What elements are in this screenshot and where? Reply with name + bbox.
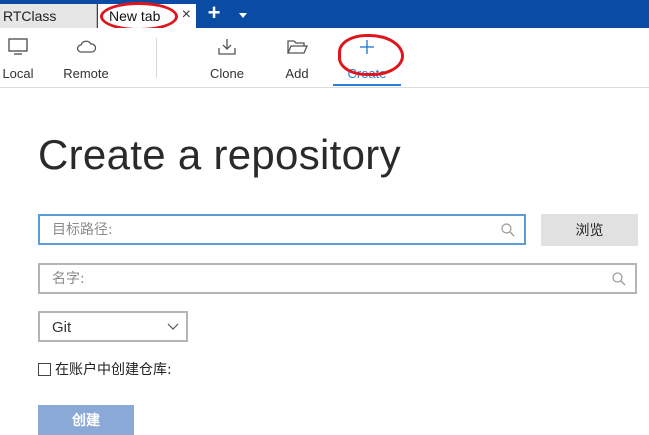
- add-tab-button[interactable]: +: [203, 2, 225, 25]
- chevron-down-icon: [167, 323, 179, 330]
- create-label: Create: [347, 66, 387, 81]
- vcs-selected-value: Git: [52, 319, 72, 336]
- folder-open-icon: [287, 40, 308, 54]
- toolbar-divider: [156, 38, 157, 78]
- search-icon: [501, 223, 515, 237]
- local-label: Local: [2, 66, 34, 81]
- local-button[interactable]: Local: [0, 28, 44, 88]
- browse-button[interactable]: 浏览: [541, 214, 638, 246]
- search-icon: [612, 272, 626, 286]
- page-title: Create a repository: [38, 131, 401, 178]
- close-icon[interactable]: ×: [182, 7, 191, 23]
- name-field[interactable]: [38, 263, 637, 294]
- chevron-down-icon[interactable]: [236, 8, 250, 22]
- add-button[interactable]: Add: [274, 28, 320, 88]
- active-tab-underline: [333, 84, 401, 86]
- tab-label: New tab: [109, 8, 161, 24]
- toolbar: Local Remote Clone Add Create: [0, 28, 649, 88]
- remote-label: Remote: [63, 66, 109, 81]
- name-input[interactable]: [52, 265, 602, 292]
- tab-rtclass[interactable]: RTClass: [0, 4, 97, 28]
- tab-label: RTClass: [3, 8, 57, 24]
- create-in-account-row[interactable]: 在账户中创建仓库:: [38, 360, 172, 378]
- tab-new-tab[interactable]: New tab ×: [98, 4, 196, 28]
- create-button[interactable]: 创建: [38, 405, 134, 435]
- create-in-account-checkbox[interactable]: [38, 362, 51, 376]
- remote-button[interactable]: Remote: [56, 28, 116, 88]
- clone-button[interactable]: Clone: [201, 28, 253, 88]
- create-in-account-label: 在账户中创建仓库:: [55, 362, 172, 378]
- add-label: Add: [285, 66, 309, 81]
- monitor-icon: [8, 38, 28, 55]
- create-tab-button[interactable]: Create: [333, 28, 401, 88]
- clone-label: Clone: [210, 66, 244, 81]
- tab-strip: RTClass New tab × +: [0, 0, 649, 28]
- plus-icon: [360, 40, 374, 54]
- vcs-select[interactable]: Git: [38, 311, 188, 342]
- cloud-icon: [76, 40, 97, 53]
- target-path-input[interactable]: [52, 216, 491, 243]
- download-icon: [218, 39, 236, 55]
- target-path-field[interactable]: [38, 214, 526, 245]
